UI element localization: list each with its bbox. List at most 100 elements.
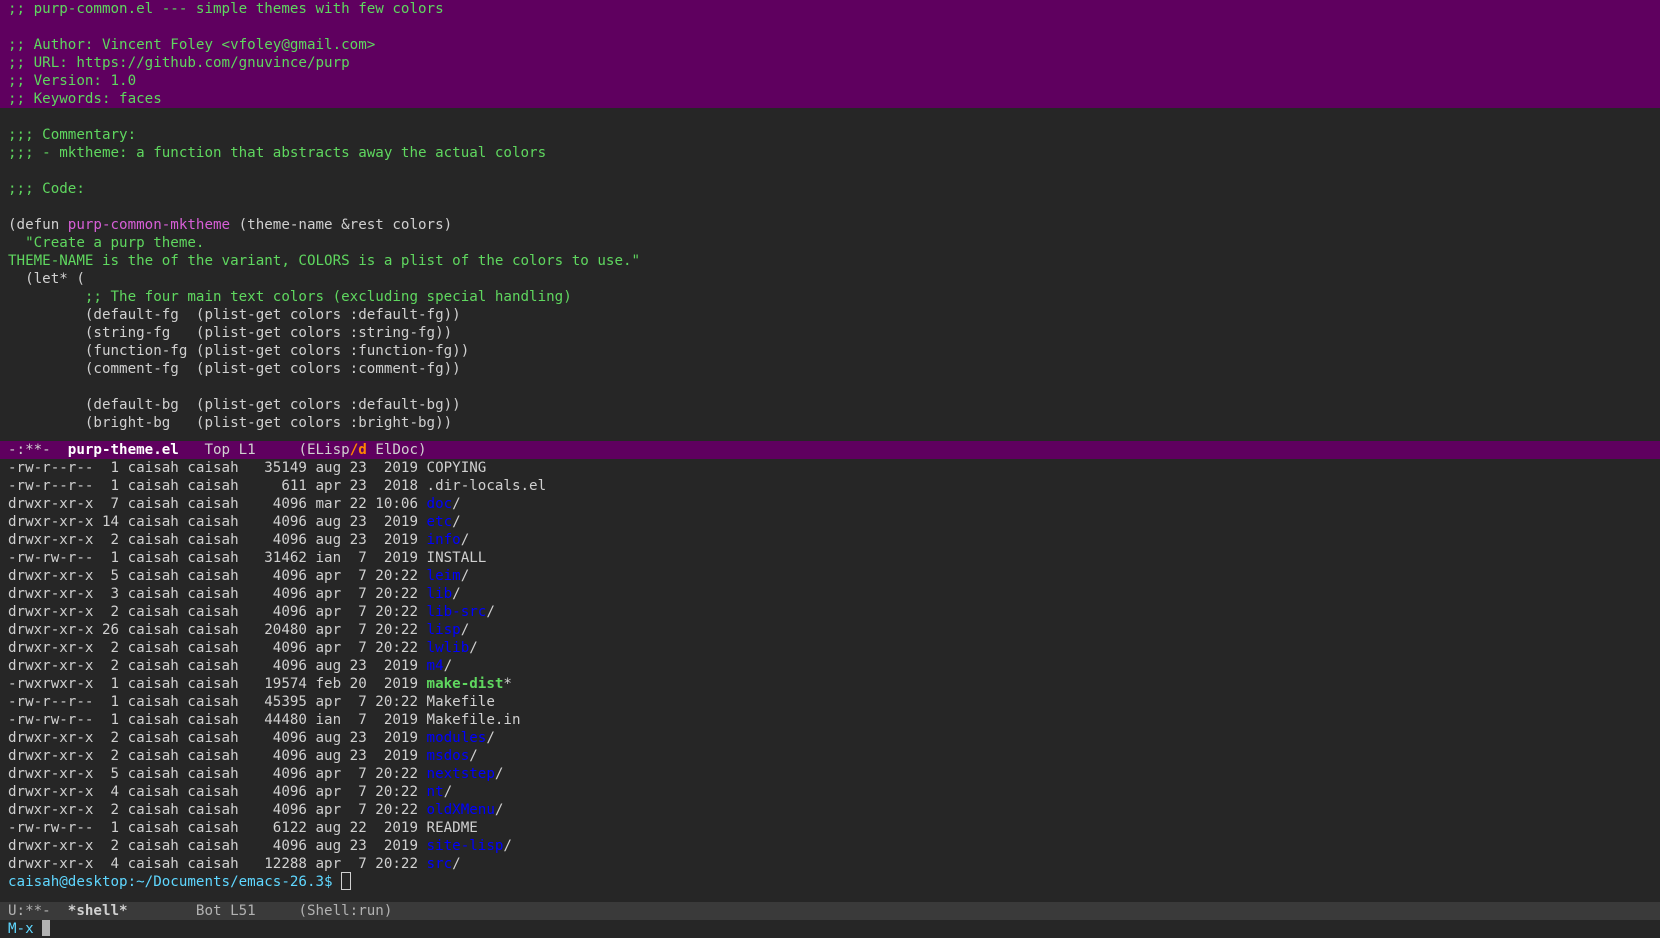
- dir-suffix: /: [443, 658, 453, 674]
- dir-suffix: /: [486, 604, 495, 620]
- buffer-status: -:**-: [8, 442, 68, 458]
- code-label: ;;; Code:: [8, 181, 85, 197]
- docstring-line-2: THEME-NAME is the of the variant, COLORS…: [8, 253, 641, 269]
- shell-window[interactable]: -rw-r--r-- 1 caisah caisah 35149 aug 23 …: [0, 459, 1660, 902]
- header-line: [0, 18, 1660, 36]
- function-name: purp-common-mktheme: [67, 217, 231, 233]
- listing-row: drwxr-xr-x 2 caisah caisah 4096 apr 7 20…: [0, 603, 1660, 621]
- file-name: README: [426, 820, 478, 836]
- editor-window[interactable]: ;; purp-common.el --- simple themes with…: [0, 0, 1660, 441]
- listing-row: drwxr-xr-x 26 caisah caisah 20480 apr 7 …: [0, 621, 1660, 639]
- file-info: drwxr-xr-x 5 caisah caisah 4096 apr 7 20…: [8, 766, 427, 782]
- directory-name: oldXMenu: [426, 802, 495, 818]
- file-info: drwxr-xr-x 4 caisah caisah 12288 apr 7 2…: [8, 856, 427, 872]
- listing-row: -rw-r--r-- 1 caisah caisah 35149 aug 23 …: [0, 459, 1660, 477]
- listing-row: -rw-rw-r-- 1 caisah caisah 6122 aug 22 2…: [0, 819, 1660, 837]
- file-info: -rw-r--r-- 1 caisah caisah 35149 aug 23 …: [8, 460, 427, 476]
- shell-prompt: caisah@desktop:~/Documents/emacs-26.3$: [8, 874, 342, 890]
- dir-suffix: /: [452, 514, 461, 530]
- buffer-position: Top L1: [178, 442, 299, 458]
- header-line: ;; Version: 1.0: [8, 73, 137, 89]
- prompt-line[interactable]: caisah@desktop:~/Documents/emacs-26.3$: [0, 872, 1660, 891]
- listing-row: drwxr-xr-x 4 caisah caisah 12288 apr 7 2…: [0, 855, 1660, 873]
- listing-row: -rwxrwxr-x 1 caisah caisah 19574 feb 20 …: [0, 675, 1660, 693]
- major-mode[interactable]: (Shell:run): [298, 903, 392, 919]
- file-info: -rw-rw-r-- 1 caisah caisah 44480 ian 7 2…: [8, 712, 427, 728]
- directory-name: lisp: [426, 622, 461, 638]
- binding-line: (string-fg (plist-get colors :string-fg)…: [8, 325, 453, 341]
- commentary-label: ;;; Commentary:: [8, 127, 137, 143]
- file-info: drwxr-xr-x 2 caisah caisah 4096 aug 23 2…: [8, 838, 427, 854]
- listing-row: drwxr-xr-x 5 caisah caisah 4096 apr 7 20…: [0, 765, 1660, 783]
- file-name: make-dist: [426, 676, 504, 692]
- listing-row: drwxr-xr-x 2 caisah caisah 4096 aug 23 2…: [0, 747, 1660, 765]
- mx-prompt: M-x: [8, 921, 34, 937]
- binding-line: (function-fg (plist-get colors :function…: [8, 343, 470, 359]
- directory-name: site-lisp: [426, 838, 504, 854]
- file-info: -rwxrwxr-x 1 caisah caisah 19574 feb 20 …: [8, 676, 427, 692]
- directory-name: src: [426, 856, 453, 872]
- minor-mode[interactable]: ElDoc): [367, 442, 426, 458]
- buffer-name[interactable]: purp-theme.el: [68, 442, 179, 458]
- directory-name: info: [426, 532, 461, 548]
- buffer-name[interactable]: *shell*: [68, 903, 128, 919]
- header-line: ;; Keywords: faces: [8, 91, 162, 107]
- directory-name: nt: [426, 784, 444, 800]
- bottom-mode-line[interactable]: U:**- *shell* Bot L51 (Shell:run): [0, 902, 1660, 920]
- directory-name: nextstep: [426, 766, 495, 782]
- listing-row: drwxr-xr-x 2 caisah caisah 4096 aug 23 2…: [0, 729, 1660, 747]
- commentary-item: ;;; - mktheme: a function that abstracts…: [8, 145, 547, 161]
- dir-suffix: /: [460, 532, 470, 548]
- listing-row: drwxr-xr-x 2 caisah caisah 4096 apr 7 20…: [0, 801, 1660, 819]
- exe-suffix: *: [503, 676, 512, 692]
- directory-name: leim: [426, 568, 461, 584]
- listing-row: drwxr-xr-x 2 caisah caisah 4096 aug 23 2…: [0, 531, 1660, 549]
- binding-line: (default-fg (plist-get colors :default-f…: [8, 307, 461, 323]
- dir-suffix: /: [486, 730, 495, 746]
- directory-name: lwlib: [426, 640, 470, 656]
- file-info: drwxr-xr-x 5 caisah caisah 4096 apr 7 20…: [8, 568, 427, 584]
- file-name: Makefile: [426, 694, 495, 710]
- file-info: drwxr-xr-x 2 caisah caisah 4096 aug 23 2…: [8, 730, 427, 746]
- text-cursor: [341, 872, 352, 890]
- major-mode-dynamic: /d: [349, 442, 367, 458]
- binding-group-1: (default-fg (plist-get colors :default-f…: [0, 306, 1660, 378]
- minibuffer[interactable]: M-x: [0, 920, 1660, 938]
- listing-row: drwxr-xr-x 3 caisah caisah 4096 apr 7 20…: [0, 585, 1660, 603]
- directory-name: etc: [426, 514, 453, 530]
- listing-row: -rw-r--r-- 1 caisah caisah 45395 apr 7 2…: [0, 693, 1660, 711]
- file-info: drwxr-xr-x 2 caisah caisah 4096 aug 23 2…: [8, 748, 427, 764]
- binding-line: (bright-bg (plist-get colors :bright-bg)…: [8, 415, 453, 431]
- file-info: drwxr-xr-x 2 caisah caisah 4096 apr 7 20…: [8, 604, 427, 620]
- listing-row: drwxr-xr-x 7 caisah caisah 4096 mar 22 1…: [0, 495, 1660, 513]
- major-mode-open[interactable]: (ELisp: [298, 442, 349, 458]
- dir-suffix: /: [469, 748, 478, 764]
- directory-name: doc: [426, 496, 453, 512]
- file-info: -rw-r--r-- 1 caisah caisah 45395 apr 7 2…: [8, 694, 427, 710]
- listing-row: drwxr-xr-x 2 caisah caisah 4096 aug 23 2…: [0, 657, 1660, 675]
- directory-name: lib: [426, 586, 453, 602]
- file-info: -rw-rw-r-- 1 caisah caisah 31462 ian 7 2…: [8, 550, 427, 566]
- dir-suffix: /: [452, 856, 461, 872]
- file-header-comment: ;; purp-common.el --- simple themes with…: [0, 0, 1660, 108]
- let-line: (let* (: [8, 271, 85, 287]
- file-info: -rw-r--r-- 1 caisah caisah 611 apr 23 20…: [8, 478, 427, 494]
- file-info: drwxr-xr-x 3 caisah caisah 4096 apr 7 20…: [8, 586, 427, 602]
- dir-suffix: /: [494, 802, 504, 818]
- minibuffer-cursor: [41, 920, 50, 936]
- file-info: drwxr-xr-x 2 caisah caisah 4096 aug 23 2…: [8, 658, 427, 674]
- directory-listing: -rw-r--r-- 1 caisah caisah 35149 aug 23 …: [0, 459, 1660, 873]
- top-mode-line[interactable]: -:**- purp-theme.el Top L1 (ELisp/d ElDo…: [0, 441, 1660, 459]
- listing-row: drwxr-xr-x 5 caisah caisah 4096 apr 7 20…: [0, 567, 1660, 585]
- dir-suffix: /: [460, 568, 470, 584]
- binding-line: (default-bg (plist-get colors :default-b…: [8, 397, 461, 413]
- directory-name: msdos: [426, 748, 470, 764]
- defun-args: (theme-name &rest colors): [230, 217, 453, 233]
- file-info: drwxr-xr-x 2 caisah caisah 4096 apr 7 20…: [8, 802, 427, 818]
- dir-suffix: /: [452, 586, 461, 602]
- file-info: drwxr-xr-x 26 caisah caisah 20480 apr 7 …: [8, 622, 427, 638]
- header-line: ;; Author: Vincent Foley <vfoley@gmail.c…: [8, 37, 376, 53]
- buffer-position: Bot L51: [127, 903, 299, 919]
- buffer-status: U:**-: [8, 903, 68, 919]
- file-info: drwxr-xr-x 7 caisah caisah 4096 mar 22 1…: [8, 496, 427, 512]
